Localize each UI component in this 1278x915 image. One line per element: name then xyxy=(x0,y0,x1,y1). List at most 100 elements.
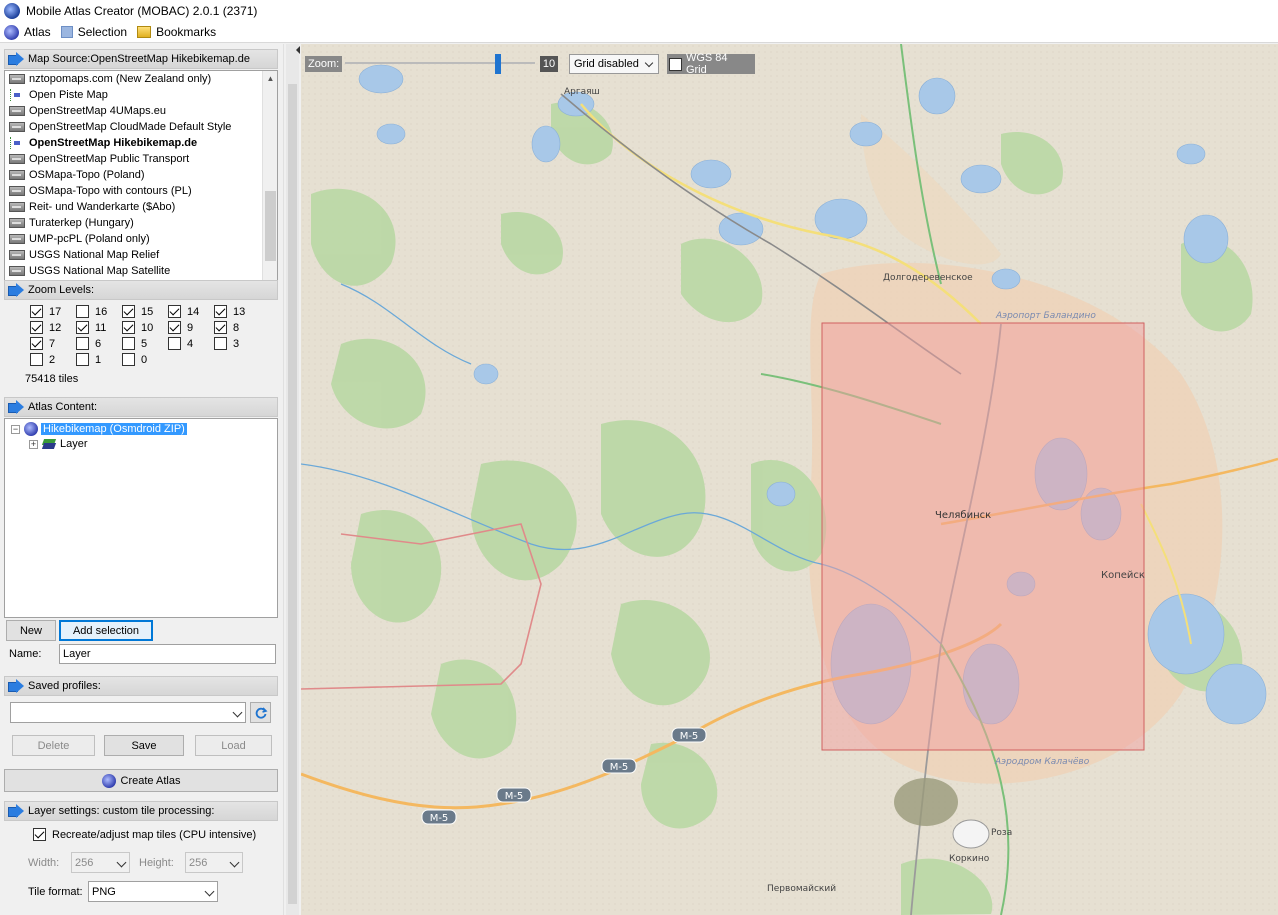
tree-atlas-node[interactable]: − Hikebikemap (Osmdroid ZIP) xyxy=(11,422,187,436)
scroll-thumb[interactable] xyxy=(265,191,276,261)
zoom-level-checkbox[interactable]: 11 xyxy=(76,321,106,334)
layer-settings-header[interactable]: Layer settings: custom tile processing: xyxy=(4,801,278,821)
map-source-item[interactable]: OSMapa-Topo with contours (PL) xyxy=(5,183,277,199)
selection-rectangle[interactable] xyxy=(821,322,1145,751)
zoom-level-checkbox[interactable]: 9 xyxy=(168,321,193,334)
expand-toggle-icon[interactable]: + xyxy=(29,439,38,449)
width-select[interactable]: 256 xyxy=(71,852,130,873)
zoom-level-checkbox[interactable]: 12 xyxy=(30,321,61,334)
zoom-level-checkbox[interactable]: 0 xyxy=(122,353,147,366)
checkbox[interactable] xyxy=(168,321,181,334)
checkbox[interactable] xyxy=(76,321,89,334)
map-source-item[interactable]: Turaterkep (Hungary) xyxy=(5,215,277,231)
map-source-item[interactable]: OpenStreetMap Hikebikemap.de xyxy=(5,135,277,151)
profile-select[interactable] xyxy=(10,702,246,723)
checkbox[interactable] xyxy=(76,337,89,350)
create-atlas-button[interactable]: Create Atlas xyxy=(4,769,278,792)
collapse-left-icon[interactable] xyxy=(296,46,300,54)
layer-name[interactable]: Layer xyxy=(60,438,88,450)
map-source-item[interactable]: Reit- und Wanderkarte ($Abo) xyxy=(5,199,277,215)
map-source-header[interactable]: Map Source:OpenStreetMap Hikebikemap.de xyxy=(4,49,278,69)
zoom-level-checkbox[interactable]: 13 xyxy=(214,305,245,318)
zoom-level-checkbox[interactable]: 8 xyxy=(214,321,239,334)
zoom-level-label: 8 xyxy=(233,321,240,334)
atlas-name[interactable]: Hikebikemap (Osmdroid ZIP) xyxy=(41,423,187,435)
map-canvas[interactable]: М-5 М-5 М-5 М-5 Аргаяш Долгодеревенское … xyxy=(301,44,1278,915)
left-panel-scrollbar[interactable] xyxy=(286,44,299,915)
zoom-level-checkbox[interactable]: 16 xyxy=(76,305,107,318)
zoom-slider-thumb[interactable] xyxy=(494,54,501,74)
zoom-level-checkbox[interactable]: 10 xyxy=(122,321,153,334)
zoom-level-checkbox[interactable]: 3 xyxy=(214,337,239,350)
map-source-item[interactable]: UMP-pcPL (Poland only) xyxy=(5,231,277,247)
zoom-level-checkbox[interactable]: 1 xyxy=(76,353,101,366)
zoom-level-checkbox[interactable]: 7 xyxy=(30,337,55,350)
map-source-item[interactable]: OpenStreetMap Public Transport xyxy=(5,151,277,167)
name-label: Name: xyxy=(9,648,42,660)
map-source-item[interactable]: OpenStreetMap CloudMade Default Style xyxy=(5,119,277,135)
zoom-level-checkbox[interactable]: 2 xyxy=(30,353,55,366)
map-source-item[interactable]: nztopomaps.com (New Zealand only) xyxy=(5,71,277,87)
checkbox[interactable] xyxy=(168,305,181,318)
zoom-level-label: 17 xyxy=(49,305,62,318)
map-view[interactable]: М-5 М-5 М-5 М-5 Аргаяш Долгодеревенское … xyxy=(301,44,1278,915)
map-source-item[interactable]: USGS National Map Relief xyxy=(5,247,277,263)
zoom-levels-header[interactable]: Zoom Levels: xyxy=(4,280,278,300)
map-source-item[interactable]: OSMapa-Topo (Poland) xyxy=(5,167,277,183)
saved-profiles-header[interactable]: Saved profiles: xyxy=(4,676,278,696)
zoom-level-checkbox[interactable]: 15 xyxy=(122,305,153,318)
checkbox[interactable] xyxy=(122,353,135,366)
checkbox[interactable] xyxy=(76,353,89,366)
menu-selection[interactable]: Selection xyxy=(57,22,133,42)
zoom-level-label: 14 xyxy=(187,305,200,318)
zoom-level-checkbox[interactable]: 17 xyxy=(30,305,61,318)
load-profile-button[interactable]: Load xyxy=(195,735,272,756)
tree-layer-node[interactable]: + Layer xyxy=(29,438,88,450)
checkbox[interactable] xyxy=(76,305,89,318)
menu-bookmarks[interactable]: Bookmarks xyxy=(133,22,222,42)
panel-splitter[interactable] xyxy=(283,44,300,915)
map-source-list[interactable]: nztopomaps.com (New Zealand only) Open Pi… xyxy=(4,70,278,296)
map-source-item[interactable]: OpenStreetMap 4UMaps.eu xyxy=(5,103,277,119)
atlas-content-tree[interactable]: − Hikebikemap (Osmdroid ZIP) + Layer xyxy=(4,418,278,618)
checkbox[interactable] xyxy=(214,337,227,350)
checkbox[interactable] xyxy=(669,57,682,71)
zoom-level-checkbox[interactable]: 5 xyxy=(122,337,147,350)
checkbox[interactable] xyxy=(30,305,43,318)
checkbox[interactable] xyxy=(30,353,43,366)
checkbox[interactable] xyxy=(30,337,43,350)
height-select[interactable]: 256 xyxy=(185,852,243,873)
refresh-profiles-button[interactable] xyxy=(250,702,271,723)
collapse-toggle-icon[interactable]: − xyxy=(11,424,20,434)
checkbox[interactable] xyxy=(122,321,135,334)
map-source-item[interactable]: Open Piste Map xyxy=(5,87,277,103)
scroll-up-icon[interactable]: ▲ xyxy=(263,71,277,86)
checkbox[interactable] xyxy=(214,321,227,334)
scroll-thumb[interactable] xyxy=(288,84,297,904)
checkbox[interactable] xyxy=(122,337,135,350)
layer-name-field[interactable]: Layer xyxy=(59,644,276,664)
wgs84-grid-toggle[interactable]: WGS 84 Grid xyxy=(667,52,755,76)
save-profile-button[interactable]: Save xyxy=(104,735,184,756)
zoom-level-label: 2 xyxy=(49,353,56,366)
zoom-level-checkbox[interactable]: 6 xyxy=(76,337,101,350)
new-button[interactable]: New xyxy=(6,620,56,641)
checkbox[interactable] xyxy=(30,321,43,334)
checkbox[interactable] xyxy=(168,337,181,350)
delete-profile-button[interactable]: Delete xyxy=(12,735,95,756)
grid-select[interactable]: Grid disabled xyxy=(569,54,659,74)
recreate-tiles-checkbox[interactable]: Recreate/adjust map tiles (CPU intensive… xyxy=(33,828,256,841)
map-source-scrollbar[interactable]: ▲ ▼ xyxy=(262,71,277,295)
tile-format-select[interactable]: PNG xyxy=(88,881,218,902)
checkbox[interactable] xyxy=(33,828,46,841)
zoom-level-checkbox[interactable]: 14 xyxy=(168,305,199,318)
map-source-item[interactable]: USGS National Map Satellite xyxy=(5,263,277,279)
atlas-content-header[interactable]: Atlas Content: xyxy=(4,397,278,417)
menu-atlas[interactable]: Atlas xyxy=(0,22,57,42)
zoom-level-checkbox[interactable]: 4 xyxy=(168,337,193,350)
checkbox[interactable] xyxy=(122,305,135,318)
zoom-slider[interactable] xyxy=(345,62,535,64)
chevron-down-icon xyxy=(204,886,215,897)
checkbox[interactable] xyxy=(214,305,227,318)
add-selection-button[interactable]: Add selection xyxy=(59,620,153,641)
